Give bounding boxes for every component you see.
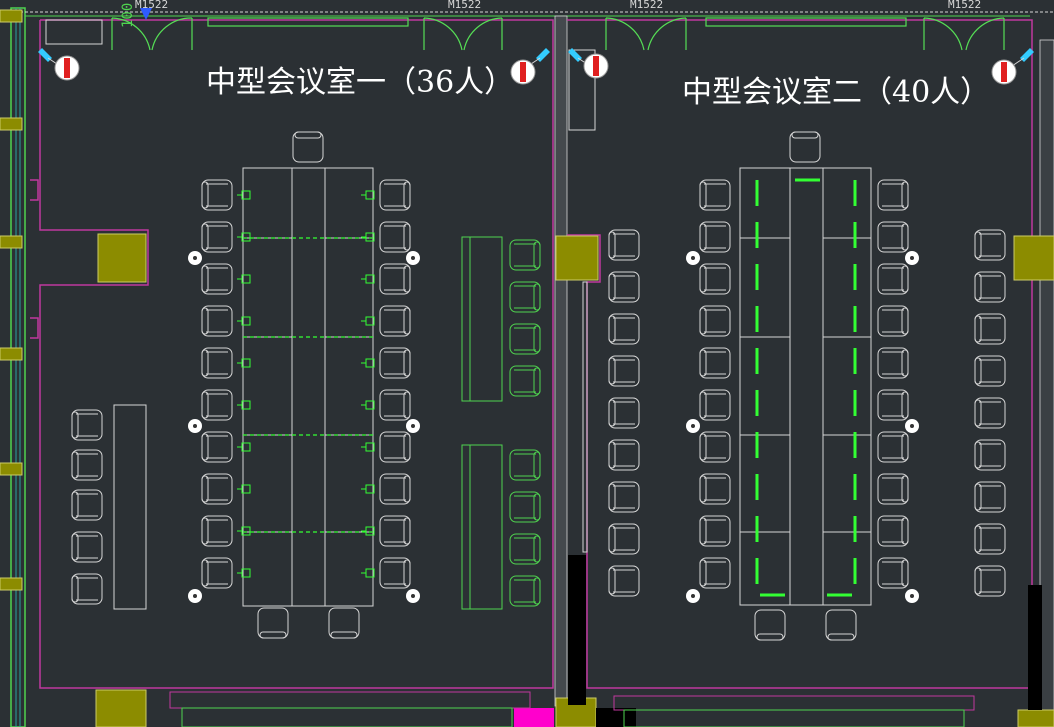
fire-alarm-icon [991, 59, 1017, 85]
speaker-marker-icon [905, 589, 919, 603]
speaker-marker-icon [406, 589, 420, 603]
room-1-title: 中型会议室一（36人） [206, 65, 514, 100]
speaker-marker-icon [905, 251, 919, 265]
black-wall-segment-right [1028, 585, 1042, 710]
black-wall-segment [568, 555, 586, 705]
black-floor-block [596, 708, 636, 727]
fire-alarm-icon [510, 59, 536, 85]
fire-alarm-icon [54, 55, 80, 81]
speaker-marker-icon [406, 251, 420, 265]
door-label-2: M1522 [448, 0, 481, 11]
speaker-marker-icon [686, 251, 700, 265]
door-label-1: M1522 [135, 0, 168, 11]
door-label-3: M1522 [630, 0, 663, 11]
door-label-4: M1522 [948, 0, 981, 11]
floor-plan: M1522 M1522 M1522 M1522 100 中型会议室一（36人） … [0, 0, 1054, 727]
speaker-marker-icon [686, 419, 700, 433]
speaker-marker-icon [905, 419, 919, 433]
speaker-marker-icon [188, 419, 202, 433]
speaker-marker-icon [686, 589, 700, 603]
fire-alarm-icon [583, 53, 609, 79]
speaker-marker-icon [188, 251, 202, 265]
speaker-marker-icon [188, 589, 202, 603]
dimension-label: 100 [120, 3, 136, 28]
speaker-marker-icon [406, 419, 420, 433]
magenta-block [514, 708, 554, 727]
room-2-title: 中型会议室二（40人） [682, 75, 990, 110]
